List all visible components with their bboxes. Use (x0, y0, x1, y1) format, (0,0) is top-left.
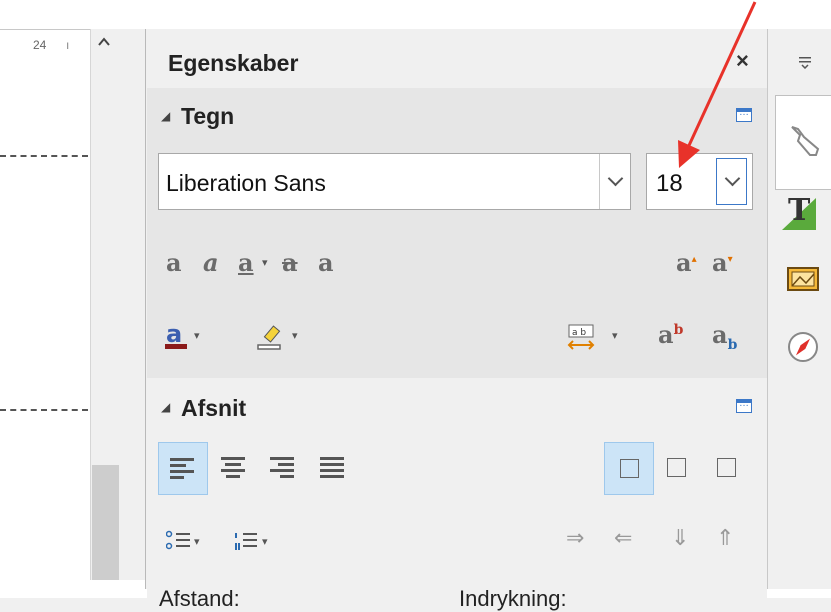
compass-icon (788, 332, 818, 362)
font-name-dropdown[interactable] (599, 154, 630, 209)
shadow-icon[interactable]: a (318, 248, 334, 277)
ruler-number: 24 (33, 38, 47, 52)
subscript-icon[interactable]: ab (712, 320, 737, 353)
align-center-icon[interactable] (221, 457, 247, 479)
svg-text:a b: a b (572, 328, 586, 338)
collapse-triangle-icon[interactable]: ◢ (161, 400, 170, 414)
svg-text:T: T (788, 193, 811, 228)
numbered-list-icon[interactable] (233, 530, 259, 557)
decrease-indent-icon[interactable]: ⇐ (614, 525, 632, 551)
wrench-icon (791, 126, 820, 156)
page-margin-guide (0, 409, 88, 411)
increase-indent-icon[interactable]: ⇒ (566, 525, 584, 551)
move-up-icon[interactable]: ⇑ (716, 525, 734, 551)
align-top-button[interactable] (604, 442, 654, 495)
align-bottom-icon[interactable] (717, 458, 736, 477)
font-name-value: Liberation Sans (166, 170, 326, 196)
numbered-list-options-icon[interactable]: ▾ (262, 535, 268, 548)
move-down-icon[interactable]: ⇓ (671, 525, 689, 551)
increase-font-icon[interactable]: a▴ (676, 248, 697, 277)
highlight-icon[interactable] (256, 325, 286, 356)
page-margin-guide (0, 155, 88, 157)
properties-tab[interactable] (775, 95, 831, 190)
top-toolbar-area (0, 0, 831, 29)
ruler-tick: ı (66, 38, 70, 52)
scrollbar-thumb[interactable] (92, 465, 119, 580)
justify-icon[interactable] (320, 457, 346, 479)
styles-tab[interactable]: T (780, 190, 818, 237)
collapse-triangle-icon[interactable]: ◢ (161, 109, 170, 123)
scroll-up-icon[interactable] (96, 34, 112, 50)
underline-options-icon[interactable]: ▾ (262, 256, 268, 269)
align-middle-icon[interactable] (667, 458, 686, 477)
gallery-icon (787, 267, 819, 291)
align-top-icon (620, 459, 639, 478)
chevron-down-icon (724, 170, 741, 187)
gallery-tab[interactable] (786, 260, 820, 299)
bold-icon[interactable]: a (166, 248, 182, 277)
align-right-icon[interactable] (270, 457, 296, 479)
paragraph-section-title[interactable]: Afsnit (181, 395, 246, 422)
chevron-down-icon (607, 170, 624, 187)
more-options-icon[interactable] (736, 398, 752, 413)
character-section-title[interactable]: Tegn (181, 103, 234, 130)
character-spacing-icon[interactable]: a b (566, 323, 596, 356)
close-icon[interactable]: × (736, 48, 749, 74)
spacing-label: Afstand: (159, 586, 240, 611)
font-size-value: 18 (656, 170, 683, 197)
styles-icon: T (782, 193, 816, 230)
document-area[interactable] (0, 29, 90, 581)
strikethrough-icon[interactable]: a (282, 248, 298, 277)
indent-label: Indrykning: (459, 586, 567, 611)
font-size-dropdown[interactable] (716, 158, 747, 205)
font-color-options-icon[interactable]: ▾ (194, 329, 200, 342)
font-color-swatch (165, 344, 187, 349)
italic-icon[interactable]: a (203, 248, 219, 277)
align-left-icon (170, 458, 196, 480)
bullet-list-options-icon[interactable]: ▾ (194, 535, 200, 548)
panel-title: Egenskaber (168, 50, 299, 76)
sidebar-menu-icon[interactable] (798, 55, 812, 74)
navigator-tab[interactable] (786, 330, 820, 369)
superscript-icon[interactable]: ab (658, 320, 683, 349)
highlight-options-icon[interactable]: ▾ (292, 329, 298, 342)
more-options-icon[interactable] (736, 107, 752, 122)
decrease-font-icon[interactable]: a▾ (712, 248, 733, 277)
character-spacing-options-icon[interactable]: ▾ (612, 329, 618, 342)
bullet-list-icon[interactable] (165, 530, 192, 557)
underline-icon[interactable]: a (238, 248, 254, 277)
align-left-button[interactable] (158, 442, 208, 495)
